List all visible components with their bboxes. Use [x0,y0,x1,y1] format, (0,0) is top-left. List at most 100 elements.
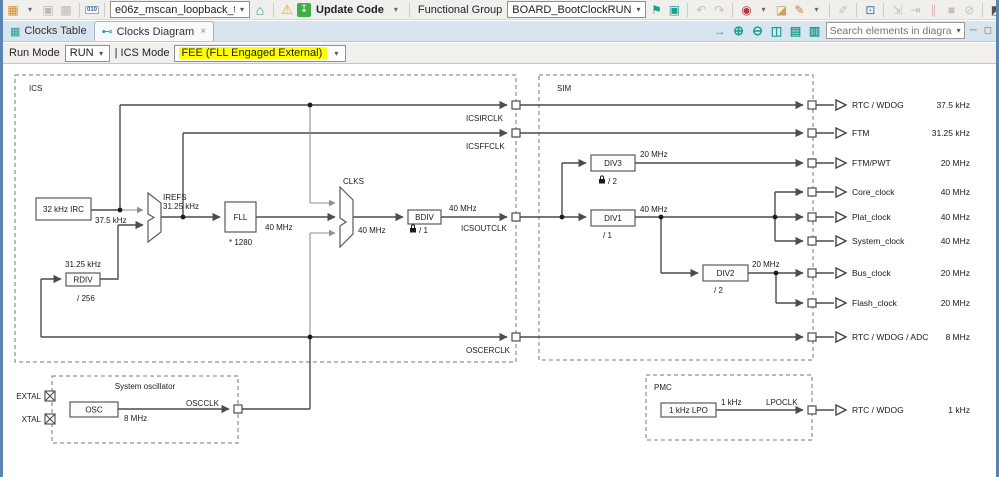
port[interactable] [511,212,521,222]
save-all-icon[interactable]: ▩ [58,1,74,18]
suspend-icon[interactable]: ∥ [925,1,941,18]
step-into-icon[interactable]: ⇲ [889,1,905,18]
detach-icon[interactable]: ⊘ [961,1,977,18]
wire-div2-feed [660,217,698,273]
port[interactable] [807,187,817,197]
port[interactable] [807,100,817,110]
update-code-button[interactable]: Update Code [313,4,387,16]
redo-icon[interactable]: ↷ [711,1,727,18]
lock-icon-shackle [411,224,415,228]
search-dropdown-icon[interactable]: ▾ [954,26,964,35]
functional-group-value: BOARD_BootClockRUN [512,3,632,16]
port[interactable] [511,128,521,138]
port[interactable] [807,268,817,278]
undo-icon[interactable]: ↶ [693,1,709,18]
junction-dot [117,207,123,213]
tab-clocks-table[interactable]: ▦ Clocks Table [3,21,94,41]
project-combo[interactable]: e06z_mscan_loopback_transfer ▾ [110,1,251,18]
clks-mux-out-freq: 40 MHz [358,226,386,235]
div2-block-label: DIV2 [717,269,735,278]
home-icon[interactable]: ⌂ [252,1,268,18]
maximize-view-icon[interactable]: ◻ [982,25,994,36]
save-icon[interactable]: ▣ [40,1,56,18]
palette-icon[interactable]: ▣ [666,1,682,18]
irc-out-freq: 37.5 kHz [95,216,127,225]
port[interactable] [807,332,817,342]
bdiv-divider[interactable]: / 1 [419,226,428,235]
div3-divider[interactable]: / 2 [608,177,617,186]
binary-file-icon[interactable]: 010 [85,5,100,14]
div2-divider[interactable]: / 2 [714,286,723,295]
output-row: Flash_clock 20 MHz [835,296,970,310]
port[interactable] [807,128,817,138]
pencil-icon[interactable]: ✐ [835,1,851,18]
run-key-dropdown-icon[interactable]: ▾ [755,1,771,18]
flag-icon[interactable]: ⚑ [648,1,664,18]
open-folder-icon[interactable]: ◪ [773,1,789,18]
stop-icon[interactable]: ■ [943,1,959,18]
brush-dropdown-icon[interactable]: ▾ [808,1,824,18]
warning-icon[interactable]: ⚠ [279,1,295,18]
output-frequency: 20 MHz [941,158,970,168]
tab-clocks-diagram-label: Clocks Diagram [116,25,195,38]
new-wizard-icon[interactable]: ▦ [5,1,21,18]
div3-block-label: DIV3 [604,159,622,168]
irefs-mux[interactable] [147,191,162,244]
port[interactable] [233,404,243,414]
wire-rdiv-out [100,225,143,280]
new-wizard-dropdown-icon[interactable]: ▾ [22,1,38,18]
go-to-element-icon[interactable]: → [712,22,728,39]
ics-mode-select[interactable]: FEE (FLL Engaged External) ▾ [174,44,347,62]
clks-mux[interactable] [339,185,354,249]
fit-height-icon[interactable]: ▤ [788,22,804,39]
output-label: RTC / WDOG [852,405,904,415]
tab-clocks-diagram[interactable]: ⊷ Clocks Diagram × [93,21,215,41]
rdiv-divider[interactable]: / 256 [77,294,95,303]
output-label: RTC / WDOG / ADC [852,332,928,342]
div1-divider[interactable]: / 1 [603,231,612,240]
update-code-icon[interactable]: ↧ [297,2,312,17]
output-frequency: 37.5 kHz [936,100,970,110]
port[interactable] [807,298,817,308]
div3-out-freq: 20 MHz [640,150,668,159]
diagram-search-input[interactable] [826,24,955,37]
close-tab-icon[interactable]: × [200,26,206,37]
pmc-group-label: PMC [654,383,672,392]
clks-mux-label: CLKS [343,177,364,186]
console-icon[interactable]: ⊡ [862,1,878,18]
diagram-search-box[interactable]: ▾ [825,22,965,39]
output-arrow-icon [835,266,848,280]
lpoclk-signal-label: LPOCLK [766,398,798,407]
update-code-dropdown-icon[interactable]: ▾ [388,1,404,18]
run-key-icon[interactable]: ◉ [738,1,754,18]
fit-window-icon[interactable]: ◫ [769,22,785,39]
zoom-out-icon[interactable]: ⊖ [750,22,766,39]
layers-icon[interactable]: ◩ [988,1,996,18]
xtal-pin-label: XTAL [22,415,42,424]
port[interactable] [511,100,521,110]
toolbar-separator [408,2,410,17]
output-frequency: 20 MHz [941,268,970,278]
port[interactable] [807,236,817,246]
port[interactable] [807,158,817,168]
fll-multiplier[interactable]: * 1280 [229,238,253,247]
minimize-view-icon[interactable]: ─ [968,25,979,36]
toolbar-separator [79,2,80,17]
port[interactable] [511,332,521,342]
functional-group-label: Functional Group [417,3,503,16]
div1-block-label: DIV1 [604,214,622,223]
port[interactable] [807,405,817,415]
junction-dot [559,214,565,220]
port[interactable] [807,212,817,222]
editor-tab-bar: ▦ Clocks Table ⊷ Clocks Diagram × → ⊕ ⊖ … [3,21,996,42]
run-mode-select[interactable]: RUN ▾ [64,44,110,62]
zoom-in-icon[interactable]: ⊕ [731,22,747,39]
output-label: Bus_clock [852,268,891,278]
run-mode-label: Run Mode [9,47,60,59]
step-over-icon[interactable]: ⇥ [907,1,923,18]
output-frequency: 31.25 kHz [932,128,970,138]
mode-bar: Run Mode RUN ▾ | ICS Mode FEE (FLL Engag… [3,43,996,64]
brush-icon[interactable]: ✎ [791,1,807,18]
functional-group-combo[interactable]: BOARD_BootClockRUN ▾ [507,1,647,18]
fit-width-icon[interactable]: ▥ [807,22,823,39]
